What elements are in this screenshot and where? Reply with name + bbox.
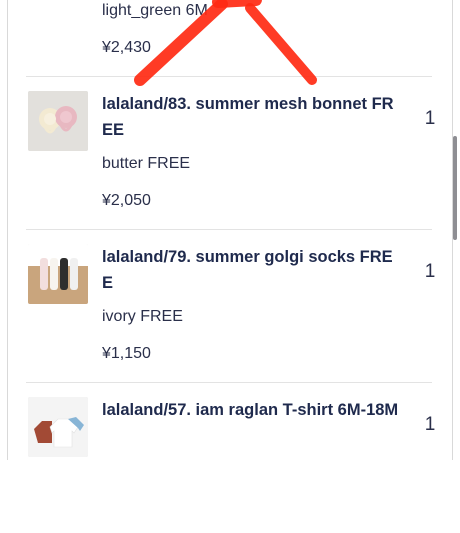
tshirt-thumbnail[interactable] bbox=[28, 397, 88, 457]
list-item[interactable]: lalaland/79. summer golgi socks FREE ivo… bbox=[0, 230, 460, 380]
item-quantity: 1 bbox=[424, 261, 436, 282]
socks-thumbnail[interactable] bbox=[28, 244, 88, 304]
list-item[interactable]: lalaland/57. iam raglan T-shirt 6M-18M 1 bbox=[0, 383, 460, 533]
item-name[interactable]: lalaland/79. summer golgi socks FREE bbox=[102, 244, 402, 296]
tshirt-image bbox=[28, 397, 88, 457]
item-name[interactable]: lalaland/83. summer mesh bonnet FREE bbox=[102, 91, 402, 143]
item-name[interactable]: lalaland/57. iam raglan T-shirt 6M-18M bbox=[102, 397, 402, 423]
scrollbar[interactable] bbox=[453, 136, 457, 240]
socks-image bbox=[28, 244, 88, 304]
item-quantity: 1 bbox=[424, 108, 436, 129]
item-variant: butter FREE bbox=[102, 155, 191, 172]
cart-item-list: light_green 6M ¥2,430 lalaland/83. summe… bbox=[0, 0, 460, 460]
list-item[interactable]: lalaland/83. summer mesh bonnet FREE but… bbox=[0, 77, 460, 227]
item-variant: ivory FREE bbox=[102, 308, 183, 325]
bonnet-image bbox=[28, 91, 88, 151]
item-price: ¥1,150 bbox=[102, 345, 151, 362]
bonnet-thumbnail[interactable] bbox=[28, 91, 88, 151]
item-price: ¥2,430 bbox=[102, 39, 151, 56]
item-variant: light_green 6M bbox=[102, 2, 208, 19]
item-price: ¥2,050 bbox=[102, 192, 151, 209]
item-quantity: 1 bbox=[424, 414, 436, 435]
